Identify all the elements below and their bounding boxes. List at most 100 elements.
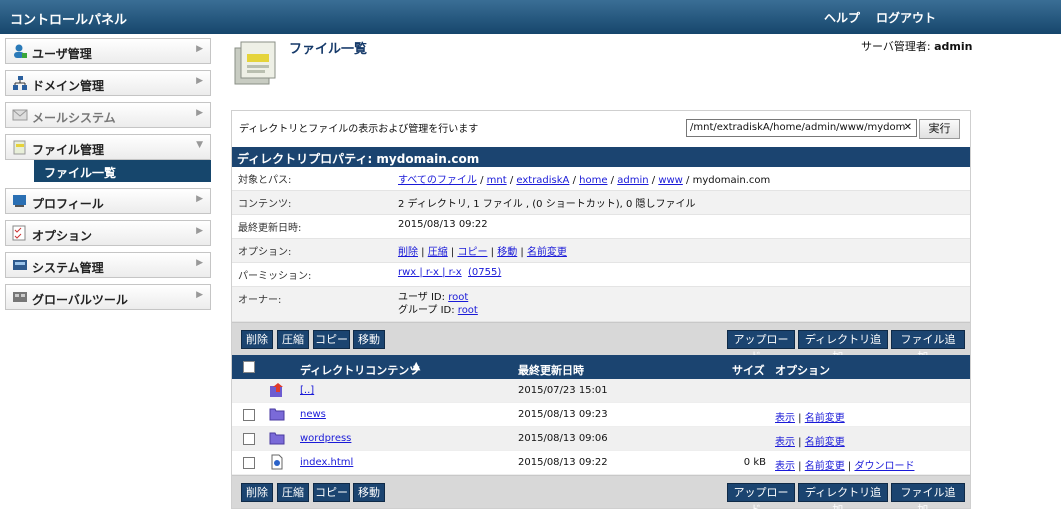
prop-label: パーミッション: <box>238 271 312 282</box>
row-checkbox[interactable] <box>243 457 255 469</box>
add-directory-button[interactable]: ディレクトリ追加... <box>798 483 888 516</box>
prop-row-modified: 最終更新日時: 2015/08/13 09:22 <box>232 215 970 239</box>
view-link[interactable]: 表示 <box>775 461 795 472</box>
path-link-admin[interactable]: admin <box>617 175 648 186</box>
download-link[interactable]: ダウンロード <box>854 461 914 472</box>
rename-link[interactable]: 名前変更 <box>805 413 845 424</box>
chevron-right-icon: ▶ <box>196 258 203 268</box>
options-icon <box>12 225 26 241</box>
sidebar-item-label: オプション <box>32 229 93 243</box>
delete-button[interactable]: 削除 <box>241 483 273 502</box>
path-link-extradiskA[interactable]: extradiskA <box>516 175 569 186</box>
prop-row-permission: パーミッション: rwx | r-x | r-x (0755) <box>232 263 970 287</box>
sidebar-item-global-tools[interactable]: グローバルツール ▶ <box>5 284 211 310</box>
table-row: news 2015/08/13 09:23 表示 | 名前変更 <box>232 403 970 427</box>
file-date: 2015/08/13 09:22 <box>518 457 608 468</box>
path-current: mydomain.com <box>692 175 771 186</box>
option-compress-link[interactable]: 圧縮 <box>428 247 448 258</box>
prop-value-modified: 2015/08/13 09:22 <box>398 219 488 230</box>
prop-label: 対象とパス: <box>238 175 292 186</box>
row-checkbox[interactable] <box>243 433 255 445</box>
row-checkbox[interactable] <box>243 409 255 421</box>
action-toolbar-bottom: 削除 圧縮 コピー 移動 アップロード... ディレクトリ追加... ファイル追… <box>232 475 970 516</box>
column-header-date: 最終更新日時 <box>518 364 584 377</box>
sidebar-item-options[interactable]: オプション ▶ <box>5 220 211 246</box>
file-name-link[interactable]: index.html <box>300 457 353 468</box>
permission-number-link[interactable]: (0755) <box>468 267 501 278</box>
sidebar-item-label: ファイル管理 <box>32 143 105 157</box>
sidebar-subitem-file-list[interactable]: ファイル一覧 <box>34 160 211 182</box>
move-button[interactable]: 移動 <box>353 483 385 502</box>
rename-link[interactable]: 名前変更 <box>805 437 845 448</box>
file-name-link[interactable]: [..] <box>300 385 314 396</box>
top-bar: コントロールパネル ヘルプ ログアウト <box>0 0 1061 34</box>
file-name-link[interactable]: news <box>300 409 326 420</box>
page-title: ファイル一覧 <box>289 42 368 57</box>
file-manager-icon <box>13 140 26 155</box>
view-link[interactable]: 表示 <box>775 413 795 424</box>
intro-bar: ディレクトリとファイルの表示および管理を行います /mnt/extradiskA… <box>232 111 970 147</box>
table-row: wordpress 2015/08/13 09:06 表示 | 名前変更 <box>232 427 970 451</box>
file-date: 2015/07/23 15:01 <box>518 385 608 396</box>
option-move-link[interactable]: 移動 <box>497 247 517 258</box>
help-link[interactable]: ヘルプ <box>824 9 860 26</box>
prop-owner: ユーザ ID: root グループ ID: root <box>392 287 970 321</box>
sidebar-item-label: システム管理 <box>32 261 104 275</box>
path-input[interactable]: /mnt/extradiskA/home/admin/www/mydom ✕ <box>686 119 917 137</box>
run-button[interactable]: 実行 <box>919 119 960 139</box>
sidebar-item-label: プロフィール <box>32 197 104 211</box>
prop-row-contents: コンテンツ: 2 ディレクトリ, 1 ファイル , (0 ショートカット), 0… <box>232 191 970 215</box>
add-directory-button[interactable]: ディレクトリ追加... <box>798 330 888 363</box>
prop-permission: rwx | r-x | r-x (0755) <box>392 263 970 286</box>
permission-link[interactable]: rwx | r-x | r-x <box>398 267 462 278</box>
file-name-link[interactable]: wordpress <box>300 433 351 444</box>
option-delete-link[interactable]: 削除 <box>398 247 418 258</box>
row-options: 表示 | 名前変更 <box>775 413 845 424</box>
sidebar-item-domain[interactable]: ドメイン管理 ▶ <box>5 70 211 96</box>
chevron-right-icon: ▶ <box>196 76 203 86</box>
sidebar-item-file-manager[interactable]: ファイル管理 ▼ <box>5 134 211 160</box>
copy-button[interactable]: コピー <box>313 330 350 349</box>
delete-button[interactable]: 削除 <box>241 330 273 349</box>
sidebar-item-label: メールシステム <box>32 111 116 125</box>
clear-icon[interactable]: ✕ <box>904 122 912 133</box>
upload-button[interactable]: アップロード... <box>727 330 795 363</box>
prop-row-options: オプション: 削除 | 圧縮 | コピー | 移動 | 名前変更 <box>232 239 970 263</box>
global-tools-icon <box>13 292 27 302</box>
add-file-button[interactable]: ファイル追加... <box>891 483 965 516</box>
prop-label: オーナー: <box>238 295 282 306</box>
move-button[interactable]: 移動 <box>353 330 385 349</box>
column-header-name[interactable]: ディレクトリコンテンツ <box>300 362 420 378</box>
compress-button[interactable]: 圧縮 <box>277 483 309 502</box>
sidebar-item-label: グローバルツール <box>32 293 128 307</box>
rename-link[interactable]: 名前変更 <box>805 461 845 472</box>
path-link-mnt[interactable]: mnt <box>487 175 507 186</box>
add-file-button[interactable]: ファイル追加... <box>891 330 965 363</box>
path-link-home[interactable]: home <box>579 175 607 186</box>
prop-label: 最終更新日時: <box>238 223 302 234</box>
path-link-www[interactable]: www <box>658 175 683 186</box>
select-all-checkbox[interactable] <box>243 361 255 373</box>
chevron-right-icon: ▶ <box>196 44 203 54</box>
compress-button[interactable]: 圧縮 <box>277 330 309 349</box>
main-panel: ディレクトリとファイルの表示および管理を行います /mnt/extradiskA… <box>231 110 971 516</box>
path-link-all[interactable]: すべてのファイル <box>398 175 477 186</box>
html-file-icon <box>271 454 283 470</box>
owner-group-link[interactable]: root <box>458 305 478 316</box>
upload-button[interactable]: アップロード... <box>727 483 795 516</box>
sort-asc-icon[interactable]: ▲ <box>412 359 420 372</box>
option-copy-link[interactable]: コピー <box>457 247 487 258</box>
chevron-right-icon: ▶ <box>196 108 203 118</box>
sidebar-item-mail[interactable]: メールシステム ▶ <box>5 102 211 128</box>
sidebar-item-profile[interactable]: プロフィール ▶ <box>5 188 211 214</box>
chevron-right-icon: ▶ <box>196 194 203 204</box>
view-link[interactable]: 表示 <box>775 437 795 448</box>
copy-button[interactable]: コピー <box>313 483 350 502</box>
sidebar-item-label: ユーザ管理 <box>32 47 92 61</box>
option-rename-link[interactable]: 名前変更 <box>527 247 567 258</box>
sidebar-item-user[interactable]: ユーザ管理 ▶ <box>5 38 211 64</box>
logout-link[interactable]: ログアウト <box>876 9 936 26</box>
sidebar-item-system[interactable]: システム管理 ▶ <box>5 252 211 278</box>
admin-label: サーバ管理者: <box>861 40 931 53</box>
owner-user-link[interactable]: root <box>448 292 468 303</box>
